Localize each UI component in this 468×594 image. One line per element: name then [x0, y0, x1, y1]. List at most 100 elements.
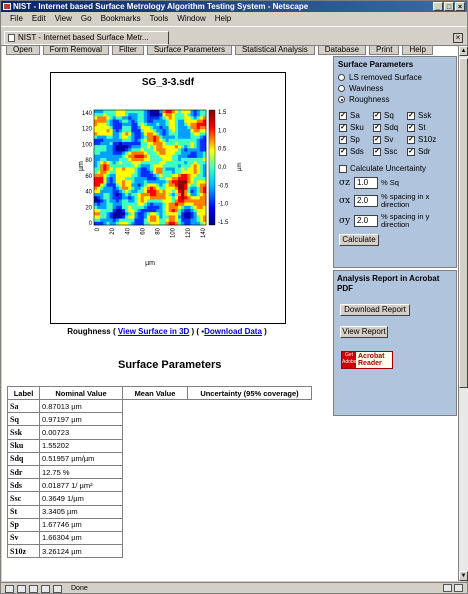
check-icon[interactable]: ✓	[339, 123, 347, 132]
menu-help[interactable]: Help	[214, 14, 232, 23]
heatmap-cell	[94, 145, 98, 149]
menu-edit[interactable]: Edit	[31, 14, 47, 23]
checkbox-ssk[interactable]: ✓ Ssk	[407, 111, 439, 120]
heatmap-cell	[94, 186, 98, 191]
menu-tools[interactable]: Tools	[149, 14, 170, 23]
nav-tab-statistical-analysis[interactable]: Statistical Analysis	[234, 46, 315, 55]
heatmap-cell	[140, 157, 145, 162]
check-icon[interactable]: ✓	[407, 135, 415, 144]
nav-tab-database[interactable]: Database	[317, 46, 367, 55]
check-icon[interactable]: ✓	[407, 147, 415, 156]
composer-icon[interactable]	[29, 584, 38, 593]
heatmap-cell	[134, 202, 138, 207]
heatmap-cell	[171, 148, 176, 152]
radio-roughness[interactable]: Roughness	[334, 94, 456, 105]
menu-window[interactable]: Window	[176, 14, 206, 23]
nav-tab-form-removal[interactable]: Form Removal	[42, 46, 110, 55]
checkbox-sds[interactable]: ✓ Sds	[339, 147, 371, 156]
heatmap-cell	[143, 138, 148, 143]
menu-view[interactable]: View	[54, 14, 73, 23]
heatmap-cell	[187, 180, 191, 184]
check-icon[interactable]: ✓	[407, 123, 415, 132]
radio-waviness[interactable]: Waviness	[334, 83, 456, 94]
nav-tab-help[interactable]: Help	[402, 46, 433, 55]
heatmap-cell	[174, 113, 179, 117]
heatmap-cell	[103, 177, 107, 181]
checkbox-sa[interactable]: ✓ Sa	[339, 111, 371, 120]
heatmap-cell	[156, 186, 160, 191]
download-data-link[interactable]: Download Data	[204, 327, 262, 336]
heatmap-cell	[156, 202, 160, 207]
menu-bookmarks[interactable]: Bookmarks	[100, 14, 142, 23]
maximize-icon[interactable]: □	[444, 2, 454, 11]
heatmap-cell	[143, 177, 148, 181]
check-icon[interactable]: ✓	[339, 147, 347, 156]
uncertainty-label: Calculate Uncertainty	[350, 164, 427, 173]
checkbox-sp[interactable]: ✓ Sp	[339, 135, 371, 144]
menu-file[interactable]: File	[9, 14, 24, 23]
browser-tab[interactable]: NIST - Internet based Surface Metr...	[4, 31, 169, 45]
check-icon[interactable]: ✓	[373, 123, 381, 132]
sigma-x-input[interactable]: 2.0	[354, 195, 378, 207]
scroll-down-icon[interactable]: ▼	[459, 571, 468, 581]
view-3d-link[interactable]: View Surface in 3D	[118, 327, 189, 336]
checkbox-sku[interactable]: ✓ Sku	[339, 123, 371, 132]
check-icon[interactable]: ✓	[339, 135, 347, 144]
get-acrobat-reader-badge[interactable]: Get Adobe Acrobat Reader	[341, 351, 393, 369]
sigma-y-input[interactable]: 2.0	[354, 215, 378, 227]
check-icon[interactable]: ✓	[339, 111, 347, 120]
navigator-icon[interactable]	[5, 584, 14, 593]
heatmap-cell	[171, 135, 176, 140]
heatmap-cell	[150, 199, 154, 203]
download-report-button[interactable]: Download Report	[340, 304, 410, 316]
heatmap-cell	[190, 202, 194, 207]
checkbox-st[interactable]: ✓ St	[407, 123, 439, 132]
check-icon[interactable]: ✓	[373, 135, 381, 144]
checkbox-s10z[interactable]: ✓ S10z	[407, 135, 439, 144]
nav-tab-open[interactable]: Open	[6, 46, 40, 55]
scroll-up-icon[interactable]: ▲	[459, 46, 468, 56]
checkbox-sdr[interactable]: ✓ Sdr	[407, 147, 439, 156]
heatmap-cell	[150, 186, 154, 191]
heatmap-cell	[178, 157, 182, 162]
heatmap-cell	[162, 129, 166, 133]
sigma-z-input[interactable]: 1.0	[354, 177, 378, 189]
heatmap-cell	[187, 138, 191, 143]
heatmap-cell	[122, 138, 126, 143]
minimize-icon[interactable]: _	[433, 2, 443, 11]
heatmap-cell	[131, 164, 135, 168]
uncertainty-row[interactable]: Calculate Uncertainty	[334, 162, 456, 175]
heatmap-cell	[178, 154, 182, 159]
close-icon[interactable]: ×	[455, 2, 465, 11]
checkbox-sv[interactable]: ✓ Sv	[373, 135, 405, 144]
mail-icon[interactable]	[17, 584, 26, 593]
view-report-button[interactable]: View Report	[340, 326, 388, 338]
check-icon[interactable]: ✓	[407, 111, 415, 120]
heatmap-cell	[156, 218, 160, 223]
checkbox-sdq[interactable]: ✓ Sdq	[373, 123, 405, 132]
radio-ls-removed[interactable]: LS removed Surface	[334, 72, 456, 83]
address-book-icon[interactable]	[41, 584, 50, 593]
y-tick-label: 0	[89, 221, 93, 227]
check-icon[interactable]: ✓	[373, 111, 381, 120]
heatmap-cell	[162, 138, 166, 143]
nav-tab-filter[interactable]: Filter	[112, 46, 144, 55]
heatmap-cell	[159, 218, 163, 223]
heatmap-cell	[103, 215, 107, 219]
heatmap-cell	[103, 173, 107, 178]
menu-go[interactable]: Go	[80, 14, 93, 23]
close-tab-icon[interactable]: ×	[453, 33, 463, 43]
vertical-scrollbar[interactable]: ▲ ▼	[458, 46, 468, 581]
nav-tab-print[interactable]: Print	[369, 46, 400, 55]
nav-tab-surface-parameters[interactable]: Surface Parameters	[146, 46, 232, 55]
heatmap-cell	[184, 183, 188, 187]
check-icon[interactable]: ✓	[373, 147, 381, 156]
radio-label: LS removed Surface	[349, 73, 422, 82]
scroll-thumb[interactable]	[459, 58, 468, 388]
checkbox-ssc[interactable]: ✓ Ssc	[373, 147, 405, 156]
heatmap-cell	[122, 202, 126, 207]
heatmap-cell	[122, 119, 126, 124]
checkbox-sq[interactable]: ✓ Sq	[373, 111, 405, 120]
calculate-button[interactable]: Calculate	[339, 234, 379, 246]
uncertainty-checkbox[interactable]	[339, 164, 347, 173]
